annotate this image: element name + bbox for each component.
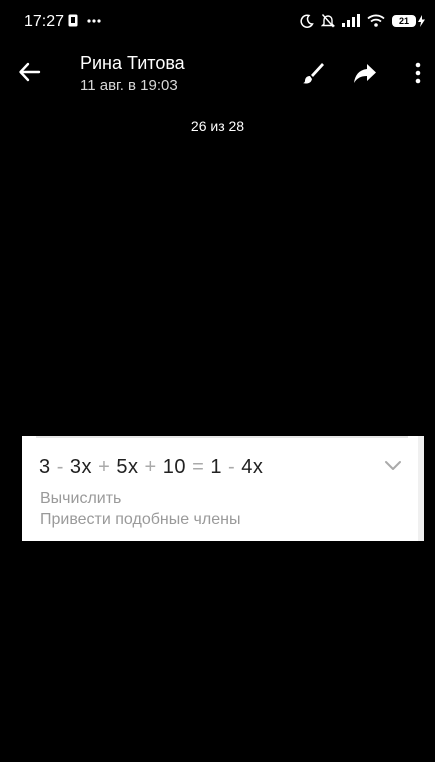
status-bar: 17:27 21	[0, 0, 435, 44]
calculate-action: Вычислить	[40, 490, 122, 507]
sim-icon	[68, 14, 78, 27]
app-bar: Рина Титова 11 авг. в 19:03	[0, 44, 435, 100]
battery-indicator: 21	[392, 14, 425, 27]
bell-off-icon	[321, 14, 335, 28]
back-arrow-icon[interactable]	[16, 58, 44, 86]
wifi-icon	[367, 14, 385, 27]
simplify-action: Привести подобные члены	[40, 511, 241, 528]
equation: 3 - 3x + 5x + 10 = 1 - 4x	[39, 456, 263, 479]
battery-icon: 21	[392, 14, 416, 27]
signal-icon	[342, 14, 360, 27]
message-info: Рина Титова 11 авг. в 19:03	[80, 52, 185, 94]
photo-counter: 26 из 28	[190, 118, 245, 134]
battery-level: 21	[398, 15, 409, 26]
status-time: 17:27	[24, 13, 65, 30]
eq-term: 3x	[69, 456, 93, 478]
sender-name: Рина Титова	[80, 53, 185, 73]
eq-term: 4x	[241, 456, 264, 478]
message-date: 11 авг. в 19:03	[80, 77, 178, 94]
moon-icon	[300, 13, 314, 28]
eq-operator: +	[144, 456, 157, 478]
charging-icon	[418, 14, 425, 27]
eq-term: 1	[210, 456, 222, 478]
photo-image[interactable]: 3 - 3x + 5x + 10 = 1 - 4x Вычислить Прив…	[22, 436, 424, 541]
more-vertical-icon[interactable]	[408, 60, 428, 86]
eq-operator: -	[56, 456, 64, 478]
brush-icon[interactable]	[300, 60, 326, 86]
eq-operator: =	[192, 456, 205, 478]
divider	[36, 436, 408, 438]
eq-term: 10	[162, 456, 187, 478]
eq-operator: +	[98, 456, 111, 478]
status-system-icons: 21	[300, 13, 425, 28]
status-notification-icons	[68, 14, 101, 27]
eq-term: 5x	[116, 456, 139, 478]
chevron-down-icon	[385, 461, 401, 470]
eq-term: 3	[39, 456, 51, 478]
card-edge	[418, 436, 424, 541]
eq-operator: -	[228, 456, 236, 478]
more-notifications-icon	[87, 18, 101, 23]
share-icon[interactable]	[352, 60, 378, 86]
